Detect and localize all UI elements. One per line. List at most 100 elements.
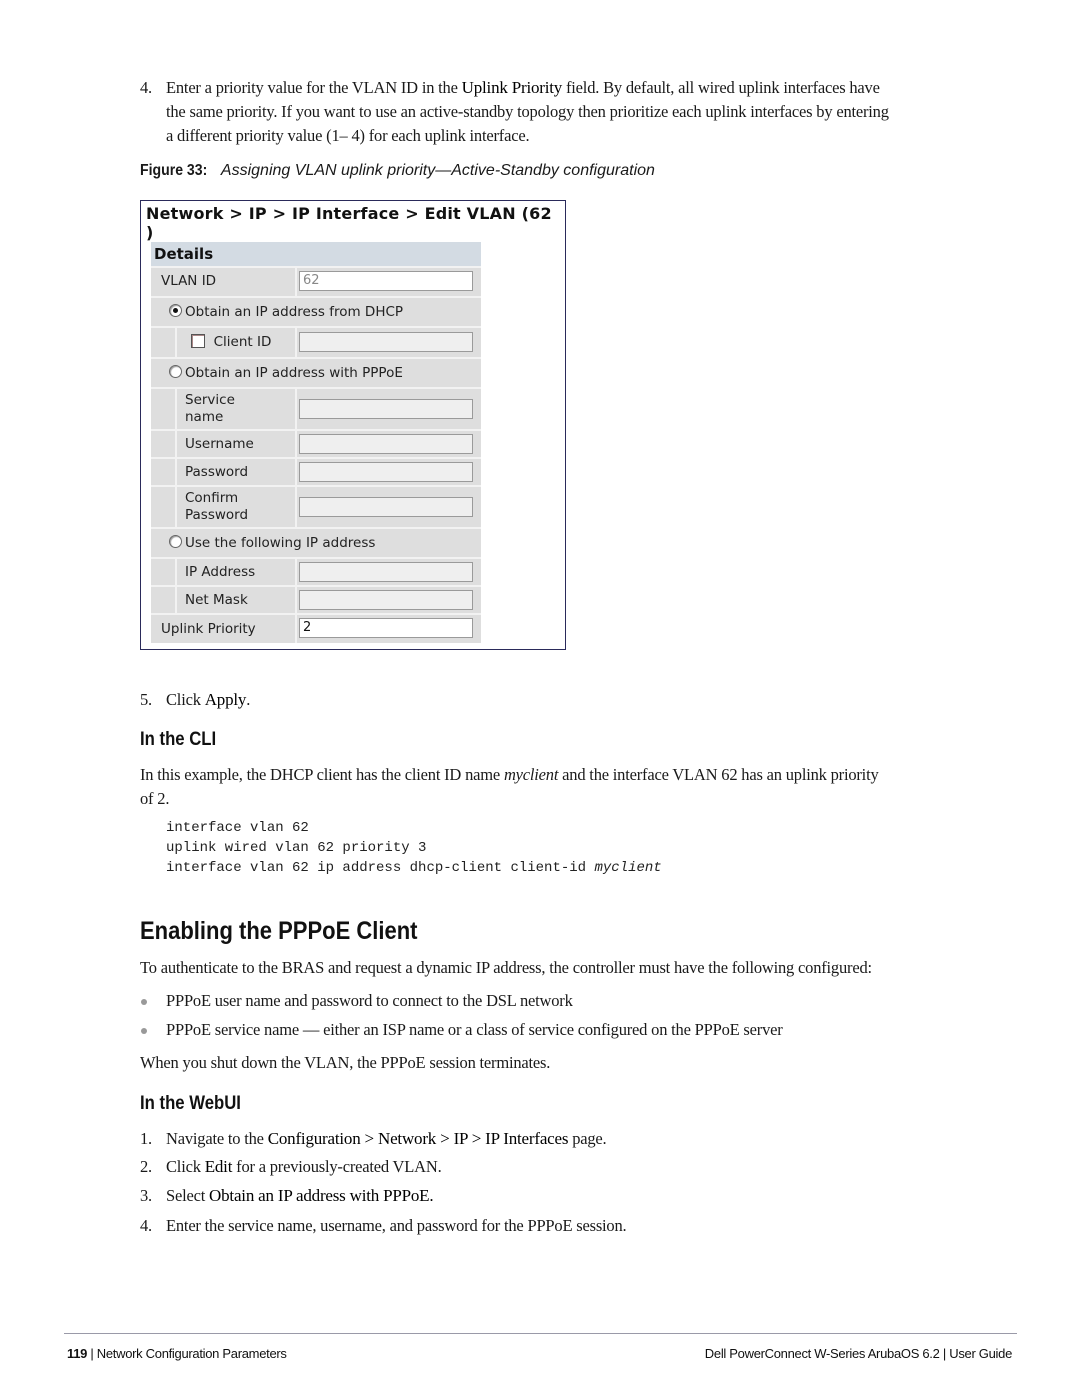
ip-address-input[interactable] — [299, 562, 473, 582]
figure-edit-vlan-screenshot: Network > IP > IP Interface > Edit VLAN … — [140, 200, 566, 650]
password-input[interactable] — [299, 462, 473, 482]
dhcp-radio-option[interactable]: Obtain an IP address from DHCP — [169, 304, 403, 320]
step-4-uplink-priority: 4. Enter a priority value for the VLAN I… — [140, 76, 1020, 148]
radio-unselected-icon[interactable] — [169, 535, 182, 548]
paragraph-text: of 2. — [140, 789, 170, 808]
webui-step-2: 2. Click Edit for a previously-created V… — [140, 1155, 1020, 1179]
column-divider — [295, 587, 297, 613]
step-text: Click — [166, 690, 205, 709]
page-number: 119 — [67, 1346, 88, 1361]
webui-step-3: 3. Select Obtain an IP address with PPPo… — [140, 1184, 1020, 1208]
pppoe-option-row: Obtain an IP address with PPPoE — [151, 357, 481, 387]
static-ip-radio-option[interactable]: Use the following IP address — [169, 535, 375, 551]
indent-cell — [151, 487, 177, 527]
client-id-name: myclient — [503, 765, 559, 784]
step-text: Click — [166, 1157, 205, 1176]
ip-address-row: IP Address — [151, 557, 481, 585]
bullet-item: PPPoE service name — either an ISP name … — [140, 1018, 1020, 1042]
checkbox-icon[interactable] — [191, 334, 205, 348]
step-text: for a previously-created VLAN. — [232, 1157, 442, 1176]
heading-in-the-webui: In the WebUI — [140, 1093, 241, 1114]
column-divider — [295, 431, 297, 457]
confirm-password-row: Confirm Password — [151, 485, 481, 527]
indent-cell — [151, 431, 177, 457]
indent-cell — [151, 559, 177, 585]
username-input[interactable] — [299, 434, 473, 454]
code-line: uplink wired vlan 62 priority 3 — [166, 840, 427, 856]
column-divider — [295, 615, 297, 643]
code-argument: myclient — [594, 860, 662, 876]
radio-unselected-icon[interactable] — [169, 365, 182, 378]
ui-term-pppoe-option: Obtain an IP address with PPPoE. — [209, 1186, 434, 1205]
step-number: 5. — [140, 690, 152, 709]
details-header: Details — [151, 242, 481, 266]
radio-selected-icon[interactable] — [169, 304, 182, 317]
column-divider — [295, 268, 297, 296]
ui-term-edit: Edit — [204, 1157, 233, 1176]
label-line: Confirm — [185, 490, 239, 506]
dhcp-option-row: Obtain an IP address from DHCP — [151, 296, 481, 326]
ui-term-navigation-path: Configuration > Network > IP > IP Interf… — [267, 1129, 569, 1148]
step-number: 3. — [140, 1186, 152, 1205]
step-text: Enter a priority value for the VLAN ID i… — [166, 78, 462, 97]
step-text: page. — [568, 1129, 607, 1148]
indent-cell — [151, 587, 177, 613]
indent-cell — [151, 389, 177, 429]
step-5-click-apply: 5. Click Apply. — [140, 688, 1020, 712]
bullet-icon — [141, 1028, 147, 1034]
column-divider — [295, 487, 297, 527]
ui-term-uplink-priority: Uplink Priority — [461, 78, 563, 97]
pppoe-radio-option[interactable]: Obtain an IP address with PPPoE — [169, 365, 403, 381]
figure-caption: Figure 33: Assigning VLAN uplink priorit… — [140, 162, 655, 180]
bullet-icon — [141, 999, 147, 1005]
ip-address-label: IP Address — [185, 564, 256, 580]
bullet-text: PPPoE user name and password to connect … — [166, 991, 573, 1010]
pppoe-radio-label: Obtain an IP address with PPPoE — [185, 365, 403, 381]
label-line: name — [185, 409, 224, 425]
confirm-password-label: Confirm Password — [185, 490, 248, 524]
static-ip-option-row: Use the following IP address — [151, 527, 481, 557]
figure-title: Assigning VLAN uplink priority—Active-St… — [220, 162, 655, 179]
footer-left: 119 | Network Configuration Parameters — [67, 1346, 287, 1361]
cli-code-block: interface vlan 62 uplink wired vlan 62 p… — [166, 818, 662, 878]
footer-guide-title: Dell PowerConnect W-Series ArubaOS 6.2 — [704, 1346, 940, 1361]
client-id-row: Client ID — [151, 326, 481, 357]
step-text: Enter the service name, username, and pa… — [166, 1216, 627, 1235]
pppoe-closing: When you shut down the VLAN, the PPPoE s… — [140, 1053, 551, 1072]
paragraph-text: and the interface VLAN 62 has an uplink … — [558, 765, 879, 784]
net-mask-input[interactable] — [299, 590, 473, 610]
footer-separator: | — [87, 1346, 97, 1361]
service-name-row: Service name — [151, 387, 481, 429]
webui-step-1: 1. Navigate to the Configuration > Netwo… — [140, 1127, 1020, 1151]
service-name-input[interactable] — [299, 399, 473, 419]
bullet-text: PPPoE service name — either an ISP name … — [166, 1020, 783, 1039]
client-id-input[interactable] — [299, 332, 473, 352]
column-divider — [295, 328, 297, 357]
column-divider — [295, 389, 297, 429]
breadcrumb: Network > IP > IP Interface > Edit VLAN … — [146, 204, 552, 242]
webui-step-4: 4. Enter the service name, username, and… — [140, 1214, 1020, 1238]
step-text: Navigate to the — [166, 1129, 268, 1148]
vlan-id-input[interactable]: 62 — [299, 271, 473, 291]
code-line: interface vlan 62 ip address dhcp-client… — [166, 860, 595, 876]
step-number: 4. — [140, 78, 152, 97]
figure-label: Figure 33: — [140, 162, 208, 179]
column-divider — [295, 459, 297, 485]
confirm-password-input[interactable] — [299, 497, 473, 517]
details-panel: Details VLAN ID 62 Obtain an IP address … — [151, 242, 481, 643]
net-mask-row: Net Mask — [151, 585, 481, 613]
heading-enabling-pppoe-client: Enabling the PPPoE Client — [140, 917, 418, 945]
service-name-label: Service name — [185, 392, 235, 426]
uplink-priority-input[interactable]: 2 — [299, 618, 473, 638]
dhcp-radio-label: Obtain an IP address from DHCP — [185, 304, 404, 320]
step-text: . — [246, 690, 251, 709]
label-line: Service — [185, 392, 235, 408]
client-id-checkbox-option[interactable]: Client ID — [191, 334, 271, 350]
ui-term-apply: Apply — [204, 690, 247, 709]
static-ip-radio-label: Use the following IP address — [185, 535, 376, 551]
footer-guide-type: User Guide — [949, 1346, 1012, 1361]
pppoe-intro: To authenticate to the BRAS and request … — [140, 958, 872, 977]
password-label: Password — [185, 464, 249, 480]
indent-cell — [151, 328, 177, 357]
client-id-label: Client ID — [213, 334, 272, 350]
